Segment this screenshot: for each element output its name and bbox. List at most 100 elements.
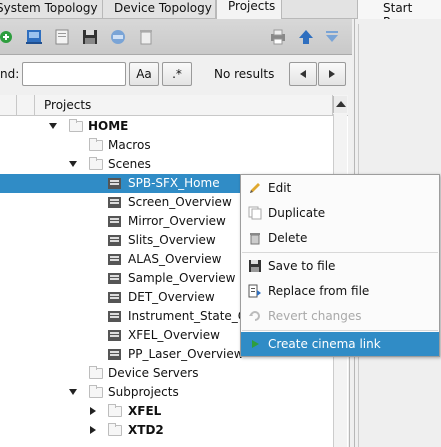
play-icon	[252, 340, 259, 348]
tree-row-label: Slits_Overview	[128, 233, 216, 247]
expand-arrow-icon[interactable]	[69, 161, 77, 167]
menu-item-label: Save to file	[268, 259, 336, 273]
tree-header-spacer	[17, 95, 35, 116]
scene-icon	[108, 197, 121, 208]
tree-row-label: XTD2	[128, 423, 164, 437]
revert-icon	[249, 311, 260, 321]
folder-icon	[108, 423, 122, 436]
context-menu: Edit Duplicate Delete Save to file Repla…	[240, 174, 440, 357]
expand-arrow-icon[interactable]	[69, 389, 77, 395]
tree-row-label: Scenes	[108, 157, 151, 171]
scene-icon	[108, 254, 121, 265]
folder-icon	[89, 157, 103, 170]
tree-row[interactable]: XTD2	[0, 421, 348, 440]
collapsed-arrow-icon[interactable]	[90, 426, 96, 434]
replace-file-icon	[248, 284, 261, 298]
menu-item-duplicate[interactable]: Duplicate	[241, 201, 439, 225]
tab-label: System Topology	[0, 1, 98, 15]
tree-row-label: XFEL	[128, 404, 162, 418]
scroll-up-icon	[336, 101, 346, 107]
tab-label: Projects	[228, 0, 276, 13]
print-icon[interactable]	[268, 27, 288, 47]
tree-row-label: Sample_Overview	[128, 271, 236, 285]
regex-button[interactable]: .*	[162, 62, 192, 86]
add-project-icon[interactable]	[0, 29, 16, 45]
save-icon[interactable]	[80, 27, 100, 47]
menu-item-label: Replace from file	[268, 284, 370, 298]
duplicate-icon	[248, 206, 262, 220]
load-project-icon[interactable]	[52, 27, 72, 47]
tree-row[interactable]: XFEL	[0, 402, 348, 421]
tree-header-projects[interactable]: Projects	[35, 95, 333, 116]
pencil-icon	[250, 183, 260, 193]
tree-row-label: PP_Laser_Overview	[128, 347, 244, 361]
tree-row-label: DET_Overview	[128, 290, 215, 304]
folder-icon	[108, 404, 122, 417]
menu-item-replace-from-file[interactable]: Replace from file	[241, 279, 439, 303]
tree-row-label: HOME	[88, 119, 129, 133]
scene-icon	[108, 178, 121, 189]
tab-device-topology[interactable]: Device Topology	[103, 0, 216, 19]
find-bar: nd: Aa .* No results	[0, 58, 352, 90]
tab-start-page[interactable]: Start Page	[357, 0, 441, 29]
trash-toolbar-icon[interactable]	[136, 27, 156, 47]
match-case-label: Aa	[136, 67, 152, 81]
tree-row-label: SPB-SFX_Home	[128, 176, 220, 190]
menu-item-edit[interactable]: Edit	[241, 176, 439, 200]
menu-separator	[242, 252, 438, 253]
find-result-text: No results	[214, 67, 275, 81]
scene-icon	[108, 311, 121, 322]
minimize-icon[interactable]	[322, 27, 342, 47]
tab-projects[interactable]: Projects	[216, 0, 282, 20]
menu-item-label: Delete	[268, 231, 308, 245]
find-next-button[interactable]	[318, 62, 346, 86]
projects-toolbar	[0, 19, 352, 55]
tree-row-label: Screen_Overview	[128, 195, 232, 209]
tree-row-label: XFEL_Overview	[128, 328, 220, 342]
regex-label: .*	[172, 67, 182, 81]
triangle-right-icon	[329, 70, 335, 78]
refresh-icon[interactable]	[108, 27, 128, 47]
scene-icon	[108, 273, 121, 284]
menu-item-create-cinema-link[interactable]: Create cinema link	[241, 332, 439, 356]
scene-icon	[108, 216, 121, 227]
scene-icon	[108, 349, 121, 360]
save-file-icon	[249, 260, 261, 272]
scroll-up-button[interactable]	[333, 96, 347, 113]
scene-icon	[108, 292, 121, 303]
expand-arrow-icon[interactable]	[49, 123, 57, 129]
tree-row[interactable]: Subprojects	[0, 383, 348, 402]
menu-separator	[242, 330, 438, 331]
menu-item-revert-changes: Revert changes	[241, 304, 439, 328]
menu-item-label: Edit	[268, 181, 292, 195]
tree-row-label: Instrument_State_Ov	[128, 309, 255, 323]
menu-item-label: Create cinema link	[268, 337, 381, 351]
menu-item-label: Duplicate	[268, 206, 326, 220]
find-label: nd:	[0, 67, 20, 81]
pane-divider	[349, 355, 350, 447]
scene-icon	[108, 235, 121, 246]
match-case-button[interactable]: Aa	[129, 62, 159, 86]
tree-row[interactable]: HOME	[0, 117, 348, 136]
menu-item-save-to-file[interactable]: Save to file	[241, 254, 439, 278]
upload-icon[interactable]	[296, 27, 316, 47]
tree-row[interactable]: Macros	[0, 136, 348, 155]
open-project-icon[interactable]	[24, 27, 44, 47]
tab-system-topology[interactable]: System Topology	[0, 0, 103, 19]
folder-icon	[69, 119, 83, 132]
tree-row[interactable]: Scenes	[0, 155, 348, 174]
collapsed-arrow-icon[interactable]	[90, 407, 96, 415]
folder-icon	[89, 385, 103, 398]
tree-row-label: ALAS_Overview	[128, 252, 222, 266]
tree-row[interactable]: Device Servers	[0, 364, 348, 383]
tree-row-label: Subprojects	[108, 385, 179, 399]
tree-header-label: Projects	[44, 98, 92, 112]
tree-row-label: Macros	[108, 138, 151, 152]
folder-icon	[89, 138, 103, 151]
trash-icon	[250, 233, 260, 245]
tree-row-label: Device Servers	[108, 366, 199, 380]
menu-item-delete[interactable]: Delete	[241, 226, 439, 250]
triangle-left-icon	[300, 70, 306, 78]
find-prev-button[interactable]	[289, 62, 317, 86]
find-input[interactable]	[22, 62, 126, 86]
